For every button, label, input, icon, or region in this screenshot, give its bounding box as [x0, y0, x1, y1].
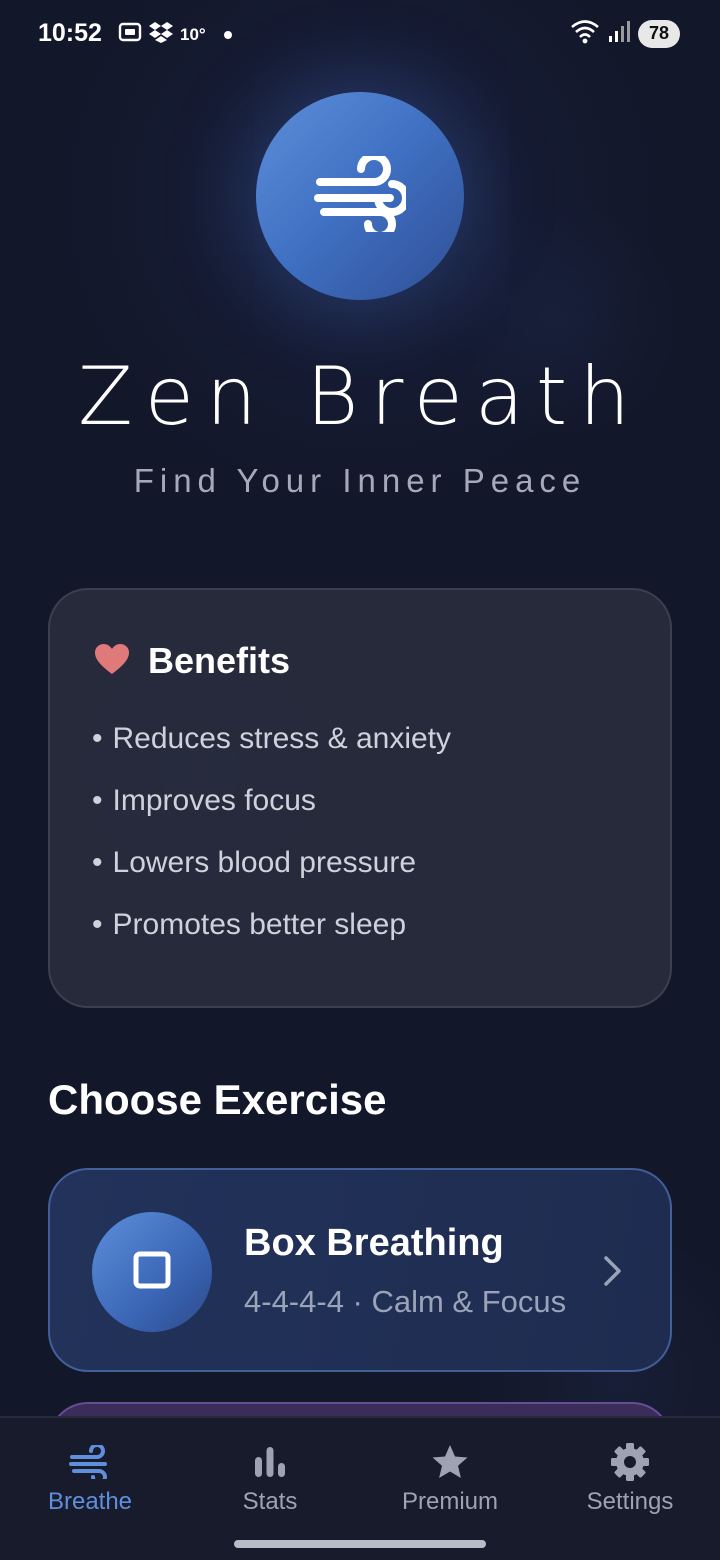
- battery-indicator: 78: [638, 19, 680, 48]
- nav-item-breathe[interactable]: Breathe: [0, 1418, 180, 1538]
- temperature: 10°: [180, 24, 206, 44]
- section-title: Choose Exercise: [48, 1076, 387, 1123]
- wind-icon: [314, 151, 410, 240]
- list-item: • Reduces stress & anxiety: [92, 722, 451, 755]
- nav-item-settings[interactable]: Settings: [540, 1418, 720, 1538]
- status-left-icons: 10°: [118, 20, 232, 49]
- nav-label: Breathe: [47, 1488, 133, 1515]
- notification-dot: [223, 30, 232, 39]
- screenshot-icon: [118, 20, 142, 49]
- list-item: • Promotes better sleep: [92, 908, 406, 941]
- nav-label: Stats: [242, 1488, 298, 1515]
- chevron-right-icon: [602, 1254, 624, 1293]
- benefits-list: • Reduces stress & anxiety • Improves focu…: [92, 722, 451, 970]
- list-item: • Lowers blood pressure: [92, 846, 417, 879]
- exercise-meta: 4-4-4-4 · Calm & Focus: [244, 1284, 567, 1319]
- exercise-card-box-breathing[interactable]: Box Breathing 4-4-4-4 · Calm & Focus: [48, 1168, 672, 1372]
- wifi-icon: [570, 18, 600, 49]
- benefits-title: Benefits: [148, 640, 291, 681]
- nav-item-premium[interactable]: Premium: [360, 1418, 540, 1538]
- app-subtitle: Find Your Inner Peace: [133, 462, 587, 499]
- gear-icon: [608, 1440, 652, 1484]
- status-bar: 10:52 10° 78: [0, 0, 720, 68]
- nav-item-stats[interactable]: Stats: [180, 1418, 360, 1538]
- status-right-icons: 78: [570, 18, 680, 49]
- home-indicator[interactable]: [234, 1540, 486, 1548]
- heart-icon: [94, 643, 130, 680]
- bar-chart-icon: [248, 1440, 292, 1484]
- benefits-header: Benefits: [94, 640, 290, 682]
- bottom-nav: Breathe Stats Premium Settings: [0, 1416, 720, 1560]
- nav-label: Settings: [586, 1488, 674, 1515]
- app-title: Zen Breath: [78, 350, 642, 443]
- status-time: 10:52: [38, 19, 102, 47]
- nav-label: Premium: [401, 1488, 498, 1515]
- signal-icon: [608, 19, 630, 48]
- benefits-card: Benefits • Reduces stress & anxiety • Impr…: [48, 588, 672, 1008]
- dropbox-icon: [148, 20, 174, 49]
- star-icon: [428, 1440, 472, 1484]
- exercise-icon: [92, 1212, 212, 1332]
- list-item: • Improves focus: [92, 784, 316, 817]
- exercise-name: Box Breathing: [244, 1222, 504, 1264]
- app-logo: [256, 92, 464, 300]
- wind-icon: [68, 1440, 112, 1484]
- square-icon: [132, 1250, 172, 1295]
